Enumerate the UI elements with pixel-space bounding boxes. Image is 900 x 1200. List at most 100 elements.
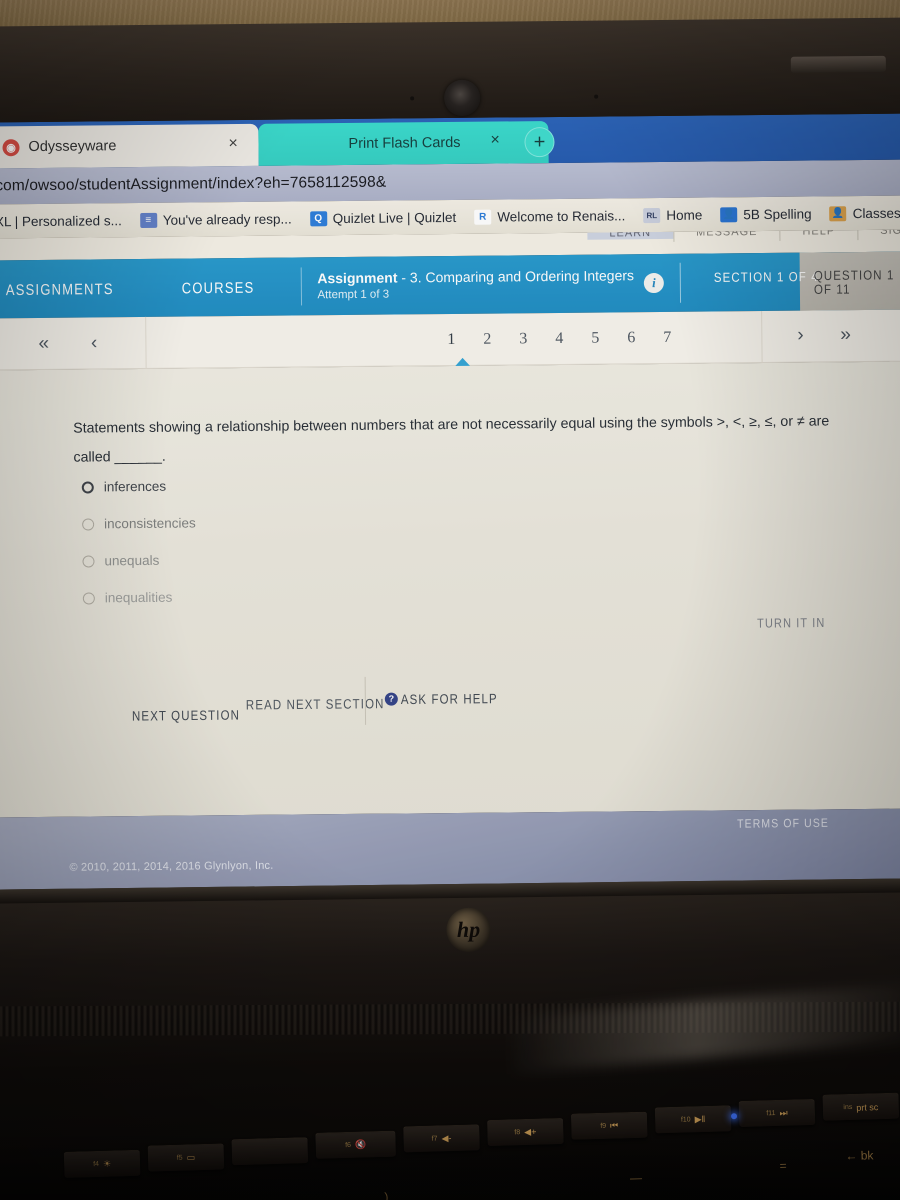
close-tab-button[interactable]: ×	[490, 132, 500, 150]
key-f8[interactable]: f8 ◀+	[487, 1117, 564, 1147]
divider	[145, 316, 147, 369]
answer-option-label: inequalities	[104, 589, 173, 606]
bookmark-label: Classes	[852, 205, 900, 221]
page-number-7[interactable]: 7	[663, 329, 671, 347]
answer-options: inferences inconsistencies unequals ineq…	[81, 478, 197, 627]
ask-for-help-button[interactable]: ASK FOR HELP	[401, 692, 498, 707]
bookmark-label: Welcome to Renais...	[497, 207, 626, 225]
key-f6[interactable]: f6 🔇	[315, 1130, 397, 1159]
bookmark-label: IXL | Personalized s...	[0, 212, 122, 229]
help-icon[interactable]: ?	[384, 692, 398, 706]
key-minus[interactable]: —	[630, 1171, 642, 1185]
bookmark-ixl[interactable]: IXL | Personalized s...	[0, 213, 122, 229]
page-number-1[interactable]: 1	[447, 331, 455, 349]
bookmark-label: You've already resp...	[162, 211, 292, 228]
answer-option-label: inconsistencies	[104, 515, 196, 532]
key-glyph: ▭	[186, 1152, 196, 1163]
key-fn-label: f10	[680, 1116, 691, 1124]
key-glyph: ⏮	[609, 1120, 619, 1131]
page-number-3[interactable]: 3	[519, 330, 527, 348]
bookmark-5b-spelling[interactable]: 👤 5B Spelling	[720, 206, 812, 222]
key-prt-sc[interactable]: ins prt sc	[822, 1092, 900, 1121]
turn-it-in-button[interactable]: TURN IT IN	[757, 616, 825, 631]
page-number-2[interactable]: 2	[483, 331, 491, 349]
divider	[761, 311, 763, 364]
key-f5[interactable]: f5 ▭	[147, 1143, 225, 1172]
browser-tab-print-flash-cards[interactable]: Print Flash Cards	[258, 121, 549, 166]
key-backspace[interactable]: ← bk	[845, 1148, 873, 1163]
browser-tab-odysseyware[interactable]: ◉ Odysseyware	[0, 123, 259, 169]
key-glyph: ▶‖	[694, 1113, 706, 1125]
close-tab-button[interactable]: ×	[228, 135, 238, 153]
site-nav-help[interactable]: HELP	[780, 230, 857, 238]
screen-glare	[508, 981, 900, 1074]
bookmark-classes[interactable]: 👤 Classes	[829, 205, 900, 221]
bookmark-home[interactable]: RL Home	[643, 207, 702, 223]
radio-button-icon[interactable]	[82, 517, 95, 531]
site-nav-message[interactable]: MESSAGE	[674, 230, 780, 239]
bookmark-label: Home	[666, 207, 703, 223]
nav-assignments[interactable]: ASSIGNMENTS	[6, 279, 114, 298]
terms-of-use-link[interactable]: TERMS OF USE	[737, 816, 829, 831]
assignment-header: ASSIGNMENTS COURSES Assignment - 3. Comp…	[0, 251, 900, 319]
key-equals[interactable]: =	[779, 1159, 786, 1173]
key-fn-label: f7	[431, 1135, 438, 1143]
new-tab-button[interactable]: +	[524, 127, 555, 158]
key-fn-label: ins	[843, 1103, 853, 1112]
radio-button-icon[interactable]	[82, 591, 95, 605]
divider	[364, 676, 367, 725]
answer-option-inferences[interactable]: inferences	[81, 478, 196, 495]
first-page-button[interactable]: «	[38, 332, 49, 354]
key-glyph: ⏭	[779, 1107, 788, 1118]
bezel-notch	[790, 55, 886, 73]
section-badge: SECTION 1 OF 4	[713, 270, 819, 286]
microphone-icon	[410, 96, 415, 101]
page-number-6[interactable]: 6	[627, 329, 635, 347]
bookmark-quizlet[interactable]: Q Quizlet Live | Quizlet	[309, 209, 457, 226]
prev-page-button[interactable]: ‹	[91, 332, 98, 354]
key-blank[interactable]	[231, 1137, 309, 1166]
page-number-list: 1 2 3 4 5 6 7	[447, 312, 671, 366]
url-text: .com/owsoo/studentAssignment/index?eh=76…	[0, 173, 387, 195]
site-nav-sign[interactable]: SIGN	[858, 230, 900, 237]
laptop-screen: ◉ Odysseyware × Print Flash Cards × + .c…	[0, 113, 900, 903]
key-paren-close[interactable]: )	[384, 1190, 388, 1200]
answer-option-label: inferences	[103, 478, 167, 495]
nav-courses[interactable]: COURSES	[182, 278, 255, 296]
next-question-button[interactable]: NEXT QUESTION	[132, 709, 240, 724]
question-badge: QUESTION 1 OF 11	[813, 268, 895, 298]
attempt-status: Attempt 1 of 3	[317, 288, 390, 301]
key-f11[interactable]: f11 ⏭	[738, 1098, 816, 1128]
read-next-section-button[interactable]: READ NEXT SECTION	[246, 698, 385, 713]
radio-button-icon[interactable]	[81, 480, 94, 494]
key-f10[interactable]: f10 ▶‖	[654, 1105, 732, 1134]
copyright-text: © 2010, 2011, 2014, 2016 Glynlyon, Inc.	[69, 859, 274, 874]
divider	[300, 267, 302, 306]
google-forms-icon: ≡	[139, 212, 157, 228]
key-f7[interactable]: f7 ◀-	[403, 1124, 480, 1153]
radio-button-icon[interactable]	[82, 554, 95, 568]
info-icon[interactable]: i	[643, 272, 664, 294]
key-f9[interactable]: f9 ⏮	[570, 1111, 648, 1140]
bookmark-label: Quizlet Live | Quizlet	[332, 209, 457, 226]
question-pagination: « ‹ 1 2 3 4 5 6 7 › »	[0, 309, 900, 371]
key-fn-label: f5	[176, 1154, 183, 1162]
contact-icon: 👤	[720, 206, 738, 222]
answer-option-inconsistencies[interactable]: inconsistencies	[82, 515, 196, 531]
next-page-button[interactable]: ›	[797, 325, 804, 347]
answer-option-unequals[interactable]: unequals	[82, 552, 196, 568]
last-page-button[interactable]: »	[840, 324, 851, 346]
key-glyph: 🔇	[354, 1139, 367, 1150]
bookmark-renaissance[interactable]: R Welcome to Renais...	[474, 207, 626, 225]
question-body: Statements showing a relationship betwee…	[0, 361, 900, 818]
page-number-4[interactable]: 4	[555, 330, 563, 348]
action-button-row: NEXT QUESTION READ NEXT SECTION ? ASK FO…	[0, 662, 900, 731]
answer-option-inequalities[interactable]: inequalities	[82, 589, 197, 606]
bookmark-google-forms[interactable]: ≡ You've already resp...	[139, 211, 292, 228]
key-glyph: prt sc	[856, 1101, 879, 1113]
key-fn-label: f9	[600, 1122, 607, 1130]
hp-logo: hp	[446, 907, 491, 953]
key-fn-label: f11	[766, 1110, 776, 1118]
webcam-icon	[443, 79, 481, 117]
page-number-5[interactable]: 5	[591, 330, 599, 348]
